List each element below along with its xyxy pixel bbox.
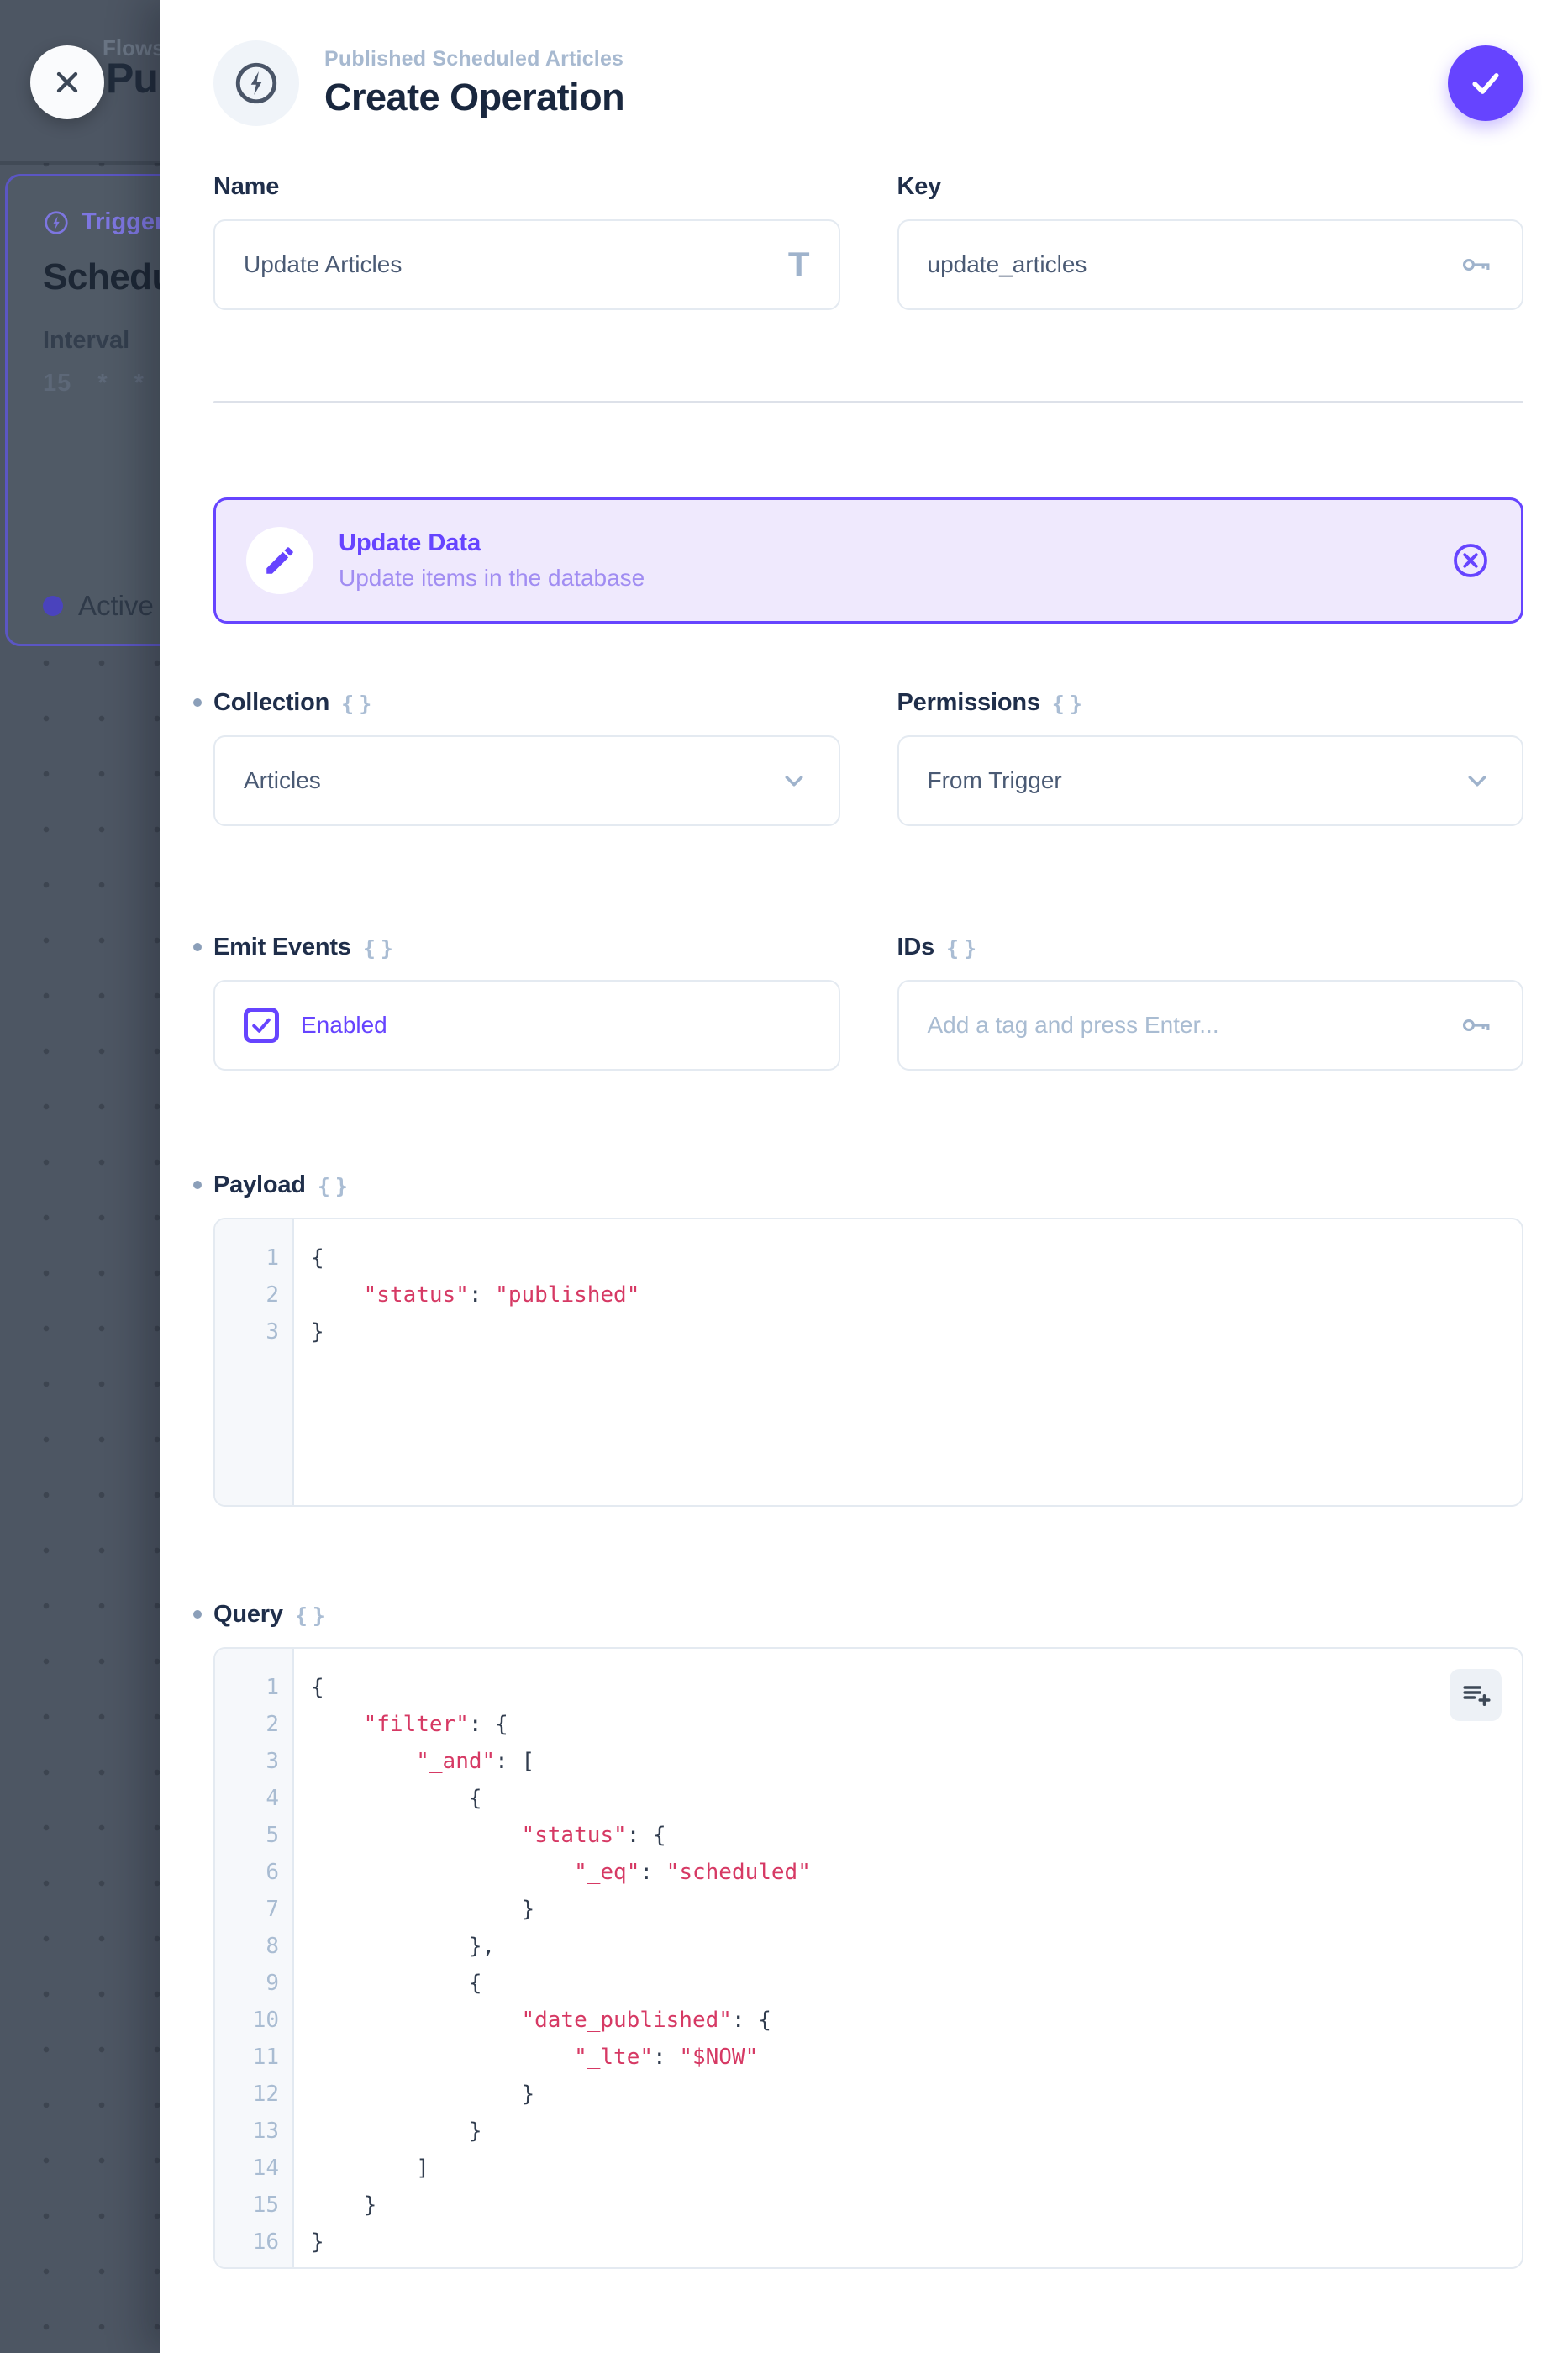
query-field-group: Query {} 12345678910111213141516 { "filt… bbox=[213, 1601, 1523, 2269]
modal-backdrop: Flows Pu Trigger Schedul Interval 15 * *… bbox=[0, 0, 160, 2353]
drawer-breadcrumb: Published Scheduled Articles bbox=[324, 47, 624, 71]
status-label: Active bbox=[78, 590, 154, 622]
payload-label: Payload {} bbox=[213, 1171, 1523, 1199]
ids-field-group: IDs {} Add a tag and press Enter... bbox=[897, 934, 1524, 1071]
screen: Flows Pu Trigger Schedul Interval 15 * *… bbox=[0, 0, 1568, 2353]
line-numbers: 12345678910111213141516 bbox=[215, 1649, 294, 2267]
required-dot bbox=[193, 698, 202, 707]
permissions-field-group: Permissions {} From Trigger bbox=[897, 689, 1524, 826]
permissions-label: Permissions {} bbox=[897, 689, 1524, 717]
status-dot bbox=[43, 596, 63, 616]
bolt-icon bbox=[232, 59, 281, 108]
operation-icon-circle bbox=[213, 40, 299, 126]
raw-value-icon[interactable]: {} bbox=[946, 936, 981, 961]
collection-value: Articles bbox=[244, 767, 321, 794]
permissions-value: From Trigger bbox=[928, 767, 1062, 794]
playlist-add-icon bbox=[1460, 1680, 1491, 1710]
key-icon bbox=[1458, 1008, 1493, 1043]
banner-title: Update Data bbox=[339, 529, 645, 557]
page-header-divider bbox=[0, 161, 160, 165]
trigger-card-title: Schedul bbox=[43, 256, 160, 298]
trigger-field-value: 15 * * * * bbox=[43, 370, 160, 397]
operation-type-banner[interactable]: Update Data Update items in the database bbox=[213, 497, 1523, 624]
raw-value-icon[interactable]: {} bbox=[318, 1174, 353, 1198]
name-value: Update Articles bbox=[244, 251, 402, 278]
ids-label: IDs {} bbox=[897, 934, 1524, 961]
raw-value-icon[interactable]: {} bbox=[295, 1603, 330, 1628]
required-dot bbox=[193, 943, 202, 951]
check-icon bbox=[1467, 65, 1504, 102]
query-label: Query {} bbox=[213, 1601, 1523, 1629]
key-value: update_articles bbox=[928, 251, 1087, 278]
name-input[interactable]: Update Articles T bbox=[213, 219, 840, 310]
edit-pencil-icon bbox=[262, 543, 297, 578]
chevron-down-icon bbox=[778, 765, 810, 797]
title-icon: T bbox=[788, 247, 810, 282]
emit-events-field-group: Emit Events {} Enabled bbox=[213, 934, 840, 1071]
banner-icon-circle bbox=[246, 527, 313, 594]
section-divider bbox=[213, 401, 1523, 403]
bolt-icon bbox=[43, 209, 70, 236]
required-dot bbox=[193, 1181, 202, 1189]
payload-field-group: Payload {} 123 { "status": "published"} bbox=[213, 1171, 1523, 1507]
permissions-select[interactable]: From Trigger bbox=[897, 735, 1524, 826]
trigger-field-label: Interval bbox=[43, 327, 160, 355]
drawer-close-button[interactable] bbox=[30, 45, 104, 119]
emit-events-checkbox-label[interactable]: Enabled bbox=[301, 1012, 387, 1039]
emit-events-label: Emit Events {} bbox=[213, 934, 840, 961]
raw-value-icon[interactable]: {} bbox=[341, 692, 376, 716]
create-operation-drawer: Published Scheduled Articles Create Oper… bbox=[160, 0, 1568, 2353]
query-code-editor[interactable]: 12345678910111213141516 { "filter": { "_… bbox=[213, 1647, 1523, 2269]
raw-value-icon[interactable]: {} bbox=[1052, 692, 1087, 716]
banner-subtitle: Update items in the database bbox=[339, 565, 645, 592]
close-circle-icon bbox=[1450, 540, 1491, 581]
trigger-card: Trigger Schedul Interval 15 * * * * Acti… bbox=[5, 174, 160, 646]
ids-tag-input[interactable]: Add a tag and press Enter... bbox=[897, 980, 1524, 1071]
code-lines: { "filter": { "_and": [ { "status": { "_… bbox=[294, 1649, 811, 2267]
page-title: Pu bbox=[106, 54, 158, 103]
line-numbers: 123 bbox=[215, 1219, 294, 1505]
emit-events-checkbox[interactable] bbox=[244, 1008, 279, 1043]
close-icon bbox=[50, 66, 84, 99]
key-input[interactable]: update_articles bbox=[897, 219, 1524, 310]
ids-placeholder: Add a tag and press Enter... bbox=[928, 1012, 1219, 1039]
payload-code-editor[interactable]: 123 { "status": "published"} bbox=[213, 1218, 1523, 1507]
collection-select[interactable]: Articles bbox=[213, 735, 840, 826]
confirm-save-button[interactable] bbox=[1448, 45, 1523, 121]
emit-events-input: Enabled bbox=[213, 980, 840, 1071]
collection-label: Collection {} bbox=[213, 689, 840, 717]
key-field-group: Key update_articles bbox=[897, 173, 1524, 310]
drawer-title: Create Operation bbox=[324, 76, 624, 119]
remove-operation-type-button[interactable] bbox=[1450, 540, 1491, 581]
format-value-button[interactable] bbox=[1450, 1669, 1502, 1721]
collection-field-group: Collection {} Articles bbox=[213, 689, 840, 826]
key-label: Key bbox=[897, 173, 1524, 201]
code-lines: { "status": "published"} bbox=[294, 1219, 639, 1505]
required-dot bbox=[193, 1610, 202, 1619]
name-field-group: Name Update Articles T bbox=[213, 173, 840, 310]
trigger-badge-label: Trigger bbox=[82, 208, 160, 236]
drawer-header: Published Scheduled Articles Create Oper… bbox=[213, 0, 1523, 126]
name-label: Name bbox=[213, 173, 840, 201]
raw-value-icon[interactable]: {} bbox=[363, 936, 398, 961]
chevron-down-icon bbox=[1461, 765, 1493, 797]
key-icon bbox=[1458, 247, 1493, 282]
